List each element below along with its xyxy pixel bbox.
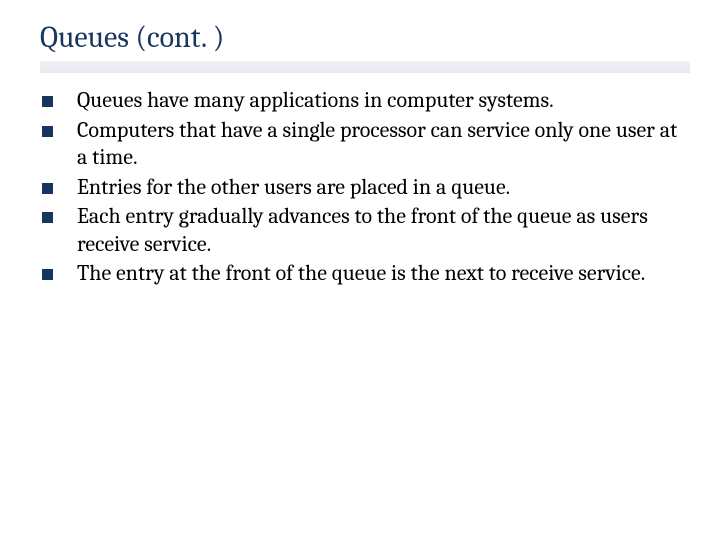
list-item: Queues have many applications in compute…: [40, 87, 690, 115]
list-item: Each entry gradually advances to the fro…: [40, 203, 690, 258]
bullet-text: Queues have many applications in compute…: [77, 87, 690, 115]
slide-body: Queues have many applications in compute…: [40, 87, 690, 288]
square-bullet-icon: [42, 126, 53, 137]
square-bullet-icon: [42, 183, 53, 194]
bullet-text: The entry at the front of the queue is t…: [77, 260, 690, 288]
list-item: Entries for the other users are placed i…: [40, 174, 690, 202]
title-underline: [40, 61, 690, 73]
slide-title: Queues (cont. ): [40, 20, 690, 55]
square-bullet-icon: [42, 212, 53, 223]
slide: Queues (cont. ) Queues have many applica…: [0, 0, 720, 540]
bullet-text: Entries for the other users are placed i…: [77, 174, 690, 202]
square-bullet-icon: [42, 269, 53, 280]
square-bullet-icon: [42, 96, 53, 107]
bullet-text: Each entry gradually advances to the fro…: [77, 203, 690, 258]
bullet-text: Computers that have a single processor c…: [77, 117, 690, 172]
list-item: The entry at the front of the queue is t…: [40, 260, 690, 288]
list-item: Computers that have a single processor c…: [40, 117, 690, 172]
